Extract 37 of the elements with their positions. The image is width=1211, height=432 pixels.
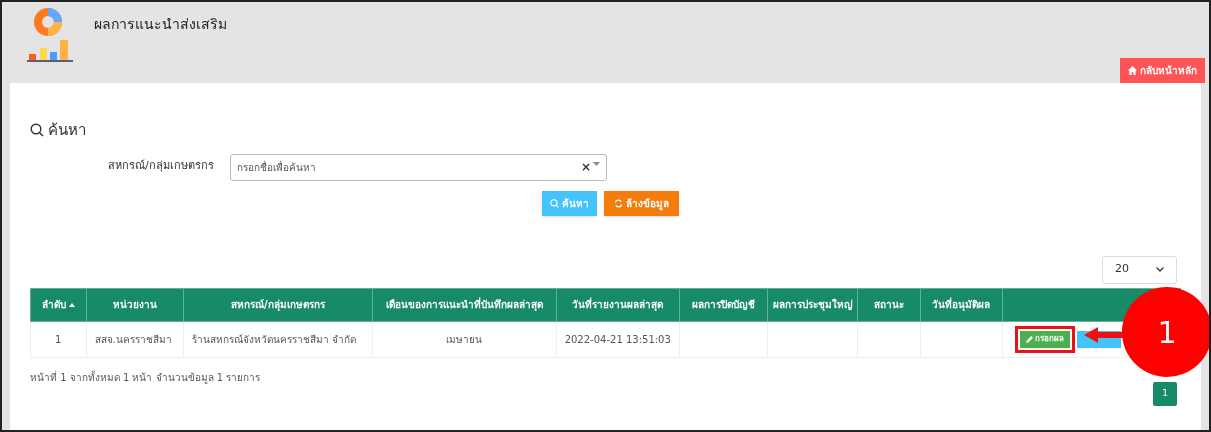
column-header[interactable]: วันที่รายงานผลล่าสุด [556, 288, 680, 321]
chevron-down-icon [1156, 267, 1164, 272]
page-title: ผลการแนะนำส่งเสริม [94, 15, 227, 34]
column-header[interactable]: หน่วยงาน [86, 288, 184, 321]
table-cell: เมษายน [372, 321, 557, 357]
page-button[interactable]: 1 [1153, 381, 1177, 406]
reset-button[interactable]: ล้างข้อมูล [604, 190, 679, 216]
dropdown-caret-icon [593, 161, 600, 167]
page-size-select[interactable]: 20 [1102, 255, 1177, 284]
table-cell: ร้านสหกรณ์จังหวัดนครราชสีมา จำกัด [183, 321, 372, 357]
field-label: สหกรณ์/กลุ่มเกษตรกร [108, 157, 215, 174]
search-icon [550, 198, 559, 208]
column-header[interactable]: ผลการประชุมใหญ่ [767, 288, 858, 321]
pagination-summary: หน้าที่ 1 จากทั้งหมด 1 หน้า จำนวนข้อมูล 1 รายการ [30, 369, 261, 385]
fill-in-button[interactable]: กรอกผล [1020, 330, 1071, 348]
home-button[interactable]: กลับหน้าหลัก [1120, 58, 1205, 83]
table-cell: 2022-04-21 13:51:03 [556, 321, 680, 357]
chart-logo-icon [26, 8, 74, 62]
table-cell [857, 321, 921, 357]
search-icon [30, 123, 44, 138]
home-icon [1128, 66, 1137, 75]
column-header[interactable]: เดือนของการแนะนำที่บันทึกผลล่าสุด [372, 288, 557, 321]
page-size-value: 20 [1115, 261, 1129, 278]
clear-button[interactable]: × [580, 158, 591, 176]
sort-up-icon [68, 303, 75, 307]
column-header[interactable]: ลำดับ [30, 288, 87, 321]
column-header[interactable]: ผลการปิดบัญชี [679, 288, 768, 321]
table-cell: สสจ.นครราชสีมา [86, 321, 184, 357]
search-heading: ค้นหา [48, 120, 86, 141]
column-header[interactable]: สหกรณ์/กลุ่มเกษตรกร [183, 288, 372, 321]
pencil-icon [1026, 335, 1034, 343]
table-cell: 1 [30, 321, 87, 357]
search-placeholder: กรอกชื่อเพื่อค้นหา [237, 159, 317, 175]
search-field[interactable]: กรอกชื่อเพื่อค้นหา × [230, 153, 607, 181]
refresh-icon [614, 198, 623, 208]
column-header[interactable]: วันที่อนุมัติผล [920, 288, 1003, 321]
column-header[interactable]: สถานะ [857, 288, 921, 321]
